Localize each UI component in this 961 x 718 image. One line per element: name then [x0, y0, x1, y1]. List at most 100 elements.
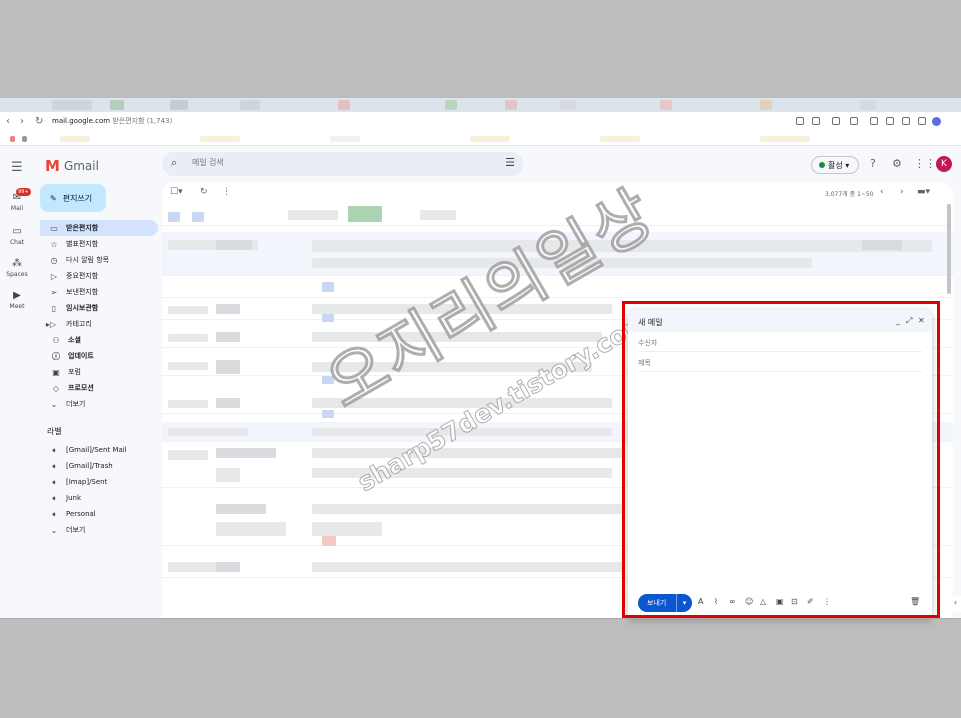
- nav-label: 프로모션: [68, 384, 94, 392]
- forward-icon[interactable]: ›: [20, 116, 24, 127]
- nav-forums[interactable]: ▣ 포럼: [40, 364, 158, 380]
- clock-icon: ◷: [50, 255, 58, 265]
- meet-icon: ▶: [13, 290, 21, 301]
- pencil-icon: ✎: [50, 194, 57, 203]
- refresh-icon[interactable]: ↻: [200, 187, 208, 197]
- rail-spaces-label: Spaces: [6, 271, 28, 278]
- nav-label: 소셜: [68, 336, 81, 344]
- draft-icon: ▯: [51, 303, 57, 313]
- more-vert-icon[interactable]: ⋮: [222, 187, 231, 197]
- extension-icon[interactable]: [850, 117, 858, 125]
- gmail-logo-text: Gmail: [63, 159, 99, 173]
- reload-icon[interactable]: ↻: [35, 116, 43, 127]
- list-scrollbar[interactable]: [947, 204, 951, 584]
- label-tag-icon: ➧: [50, 509, 58, 519]
- list-toolbar: ☐▾ ↻ ⋮ 3,077개 중 1~50 ‹ › ▬▾: [162, 182, 953, 202]
- search-bar[interactable]: ⌕ ☰: [162, 152, 523, 176]
- nav-label: 다시 알림 항목: [66, 256, 110, 264]
- prev-page-icon[interactable]: ‹: [880, 187, 884, 197]
- folder-nav: ▭ 받은편지함 ☆ 별표편지함 ◷ 다시 알림 항목 ▷ 중요편지함 ➢ 보낸편지함 ▯ 임…: [40, 220, 158, 412]
- browser-profile-avatar[interactable]: [932, 117, 941, 126]
- rail-spaces[interactable]: ⁂ Spaces: [2, 258, 32, 278]
- search-options-icon[interactable]: ☰: [505, 156, 515, 169]
- tag-icon: ◇: [52, 383, 60, 393]
- gmail-logo[interactable]: M Gmail: [45, 157, 99, 175]
- download-icon[interactable]: [870, 117, 878, 125]
- nav-label: 보낸편지함: [66, 288, 99, 296]
- label-item[interactable]: ➧ Personal: [40, 506, 158, 522]
- label-tag-icon: ➧: [50, 477, 58, 487]
- search-icon[interactable]: ⌕: [171, 156, 177, 170]
- star-icon[interactable]: [832, 117, 840, 125]
- nav-starred[interactable]: ☆ 별표편지함: [40, 236, 158, 252]
- nav-label: 받은편지함: [66, 224, 99, 232]
- nav-label: 업데이트: [68, 352, 94, 360]
- nav-label: 중요편지함: [66, 272, 99, 280]
- rail-chat-label: Chat: [9, 239, 25, 246]
- share-icon[interactable]: [812, 117, 820, 125]
- highlight-box: [622, 301, 940, 618]
- help-icon[interactable]: ?: [870, 157, 876, 170]
- nav-social[interactable]: ⚇ 소셜: [40, 332, 158, 348]
- side-panel-toggle-icon[interactable]: ‹: [950, 596, 961, 612]
- label-more[interactable]: ⌄ 더보기: [40, 522, 158, 538]
- label-item[interactable]: ➧ Junk: [40, 490, 158, 506]
- rail-mail-label: Mail: [10, 205, 24, 212]
- nav-label: 별표편지함: [66, 240, 99, 248]
- label-name: [Imap]/Sent: [66, 478, 108, 486]
- search-input[interactable]: [192, 158, 492, 167]
- nav-drafts[interactable]: ▯ 임시보관함: [40, 300, 158, 316]
- settings-gear-icon[interactable]: ⚙: [892, 157, 902, 170]
- account-avatar[interactable]: K: [936, 156, 952, 172]
- rail-mail[interactable]: ✉ 99+ Mail: [2, 188, 32, 212]
- label-item[interactable]: ➧ [Gmail]/Trash: [40, 458, 158, 474]
- nav-label: 카테고리: [66, 320, 92, 328]
- scroll-thumb[interactable]: [947, 204, 951, 294]
- nav-promotions[interactable]: ◇ 프로모션: [40, 380, 158, 396]
- compose-button[interactable]: ✎ 편지쓰기: [40, 184, 106, 212]
- select-checkbox-icon[interactable]: ☐▾: [170, 187, 183, 197]
- nav-label: 임시보관함: [66, 304, 99, 312]
- url-page-title: 받은편지함 (1,743): [112, 117, 173, 125]
- gmail-m-icon: M: [45, 157, 60, 175]
- density-icon[interactable]: ▬▾: [917, 187, 930, 197]
- screenshot-icon[interactable]: [902, 117, 910, 125]
- label-name: 더보기: [66, 526, 86, 534]
- label-nav: ➧ [Gmail]/Sent Mail ➧ [Gmail]/Trash ➧ [Imap…: [40, 442, 158, 538]
- label-name: [Gmail]/Trash: [66, 462, 113, 470]
- star-icon: ☆: [50, 239, 58, 249]
- label-tag-icon: ➧: [50, 461, 58, 471]
- label-item[interactable]: ➧ [Gmail]/Sent Mail: [40, 442, 158, 458]
- nav-sent[interactable]: ➢ 보낸편지함: [40, 284, 158, 300]
- address-bar[interactable]: ‹ › ↻ mail.google.com 받은편지함 (1,743): [0, 112, 961, 132]
- nav-more[interactable]: ⌄ 더보기: [40, 396, 158, 412]
- nav-categories[interactable]: ▸▷ 카테고리: [40, 316, 158, 332]
- label-icon: ▸▷: [45, 319, 57, 329]
- spaces-icon: ⁂: [12, 258, 22, 269]
- nav-important[interactable]: ▷ 중요편지함: [40, 268, 158, 284]
- url-text[interactable]: mail.google.com 받은편지함 (1,743): [52, 116, 172, 126]
- people-icon: ⚇: [52, 335, 60, 345]
- nav-inbox[interactable]: ▭ 받은편지함: [40, 220, 158, 236]
- nav-label: 더보기: [66, 400, 86, 408]
- next-page-icon[interactable]: ›: [900, 187, 904, 197]
- back-icon[interactable]: ‹: [6, 116, 10, 127]
- nav-snoozed[interactable]: ◷ 다시 알림 항목: [40, 252, 158, 268]
- forum-icon: ▣: [52, 367, 60, 377]
- label-tag-icon: ➧: [50, 445, 58, 455]
- chat-icon: ▭: [12, 226, 22, 237]
- label-item[interactable]: ➧ [Imap]/Sent: [40, 474, 158, 490]
- rail-meet[interactable]: ▶ Meet: [2, 290, 32, 310]
- status-selector[interactable]: 활성 ▾: [811, 156, 859, 174]
- eye-icon[interactable]: [796, 117, 804, 125]
- rail-chat[interactable]: ▭ Chat: [2, 226, 32, 246]
- sidepanel-icon[interactable]: [918, 117, 926, 125]
- apps-grid-icon[interactable]: ⋮⋮: [914, 157, 936, 170]
- send-icon: ➢: [50, 287, 58, 297]
- screenshot-bottom-edge: [0, 618, 961, 619]
- label-name: [Gmail]/Sent Mail: [66, 446, 127, 454]
- rail-meet-label: Meet: [9, 303, 25, 310]
- screencast-icon[interactable]: [886, 117, 894, 125]
- main-menu-icon[interactable]: ☰: [11, 160, 23, 175]
- nav-updates[interactable]: ⓘ 업데이트: [40, 348, 158, 364]
